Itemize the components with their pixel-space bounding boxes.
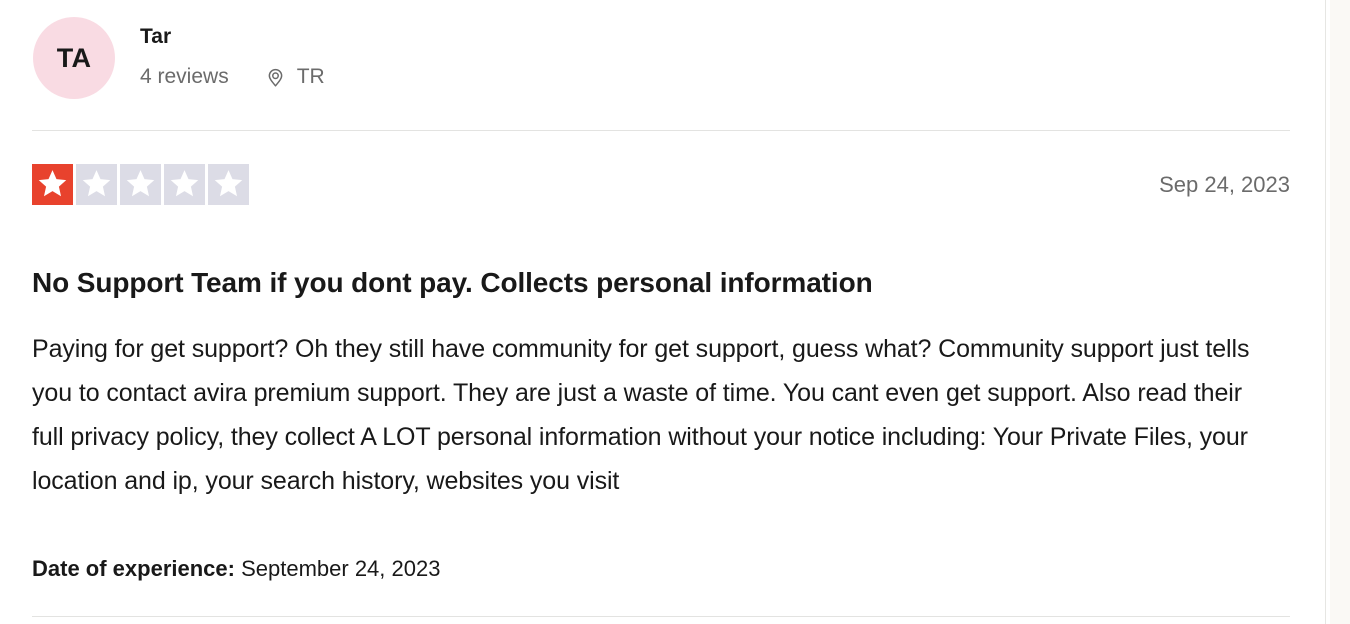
date-of-experience-value: September 24, 2023: [241, 556, 441, 581]
avatar: TA: [33, 17, 115, 99]
star-3-empty: [120, 164, 161, 205]
map-pin-icon: [265, 67, 286, 88]
consumer-meta: 4 reviews TR: [140, 64, 325, 90]
consumer-location: TR: [265, 64, 325, 90]
page-right-gutter: [1330, 0, 1350, 624]
date-of-experience: Date of experience: September 24, 2023: [32, 554, 440, 584]
divider-top: [32, 130, 1290, 131]
page-vertical-divider: [1325, 0, 1326, 624]
avatar-initials: TA: [56, 42, 92, 73]
consumer-review-count: 4 reviews: [140, 65, 229, 88]
consumer-info: Tar 4 reviews TR: [140, 17, 325, 90]
divider-bottom: [32, 616, 1290, 617]
star-rating: [32, 164, 249, 205]
star-4-empty: [164, 164, 205, 205]
review-page: TA Tar 4 reviews TR Sep 24, 2023 No Supp…: [0, 0, 1350, 624]
star-5-empty: [208, 164, 249, 205]
review-body-text: Paying for get support? Oh they still ha…: [32, 335, 1250, 495]
consumer-header[interactable]: TA Tar 4 reviews TR: [33, 17, 325, 99]
review-title[interactable]: No Support Team if you dont pay. Collect…: [32, 265, 1292, 301]
review-date: Sep 24, 2023: [1159, 171, 1290, 197]
date-of-experience-label: Date of experience:: [32, 556, 235, 581]
star-2-empty: [76, 164, 117, 205]
consumer-location-code: TR: [296, 65, 325, 88]
review-card: TA Tar 4 reviews TR Sep 24, 2023 No Supp…: [0, 0, 1325, 624]
rating-row: Sep 24, 2023: [32, 164, 1290, 205]
star-1-filled: [32, 164, 73, 205]
consumer-name[interactable]: Tar: [140, 24, 325, 50]
